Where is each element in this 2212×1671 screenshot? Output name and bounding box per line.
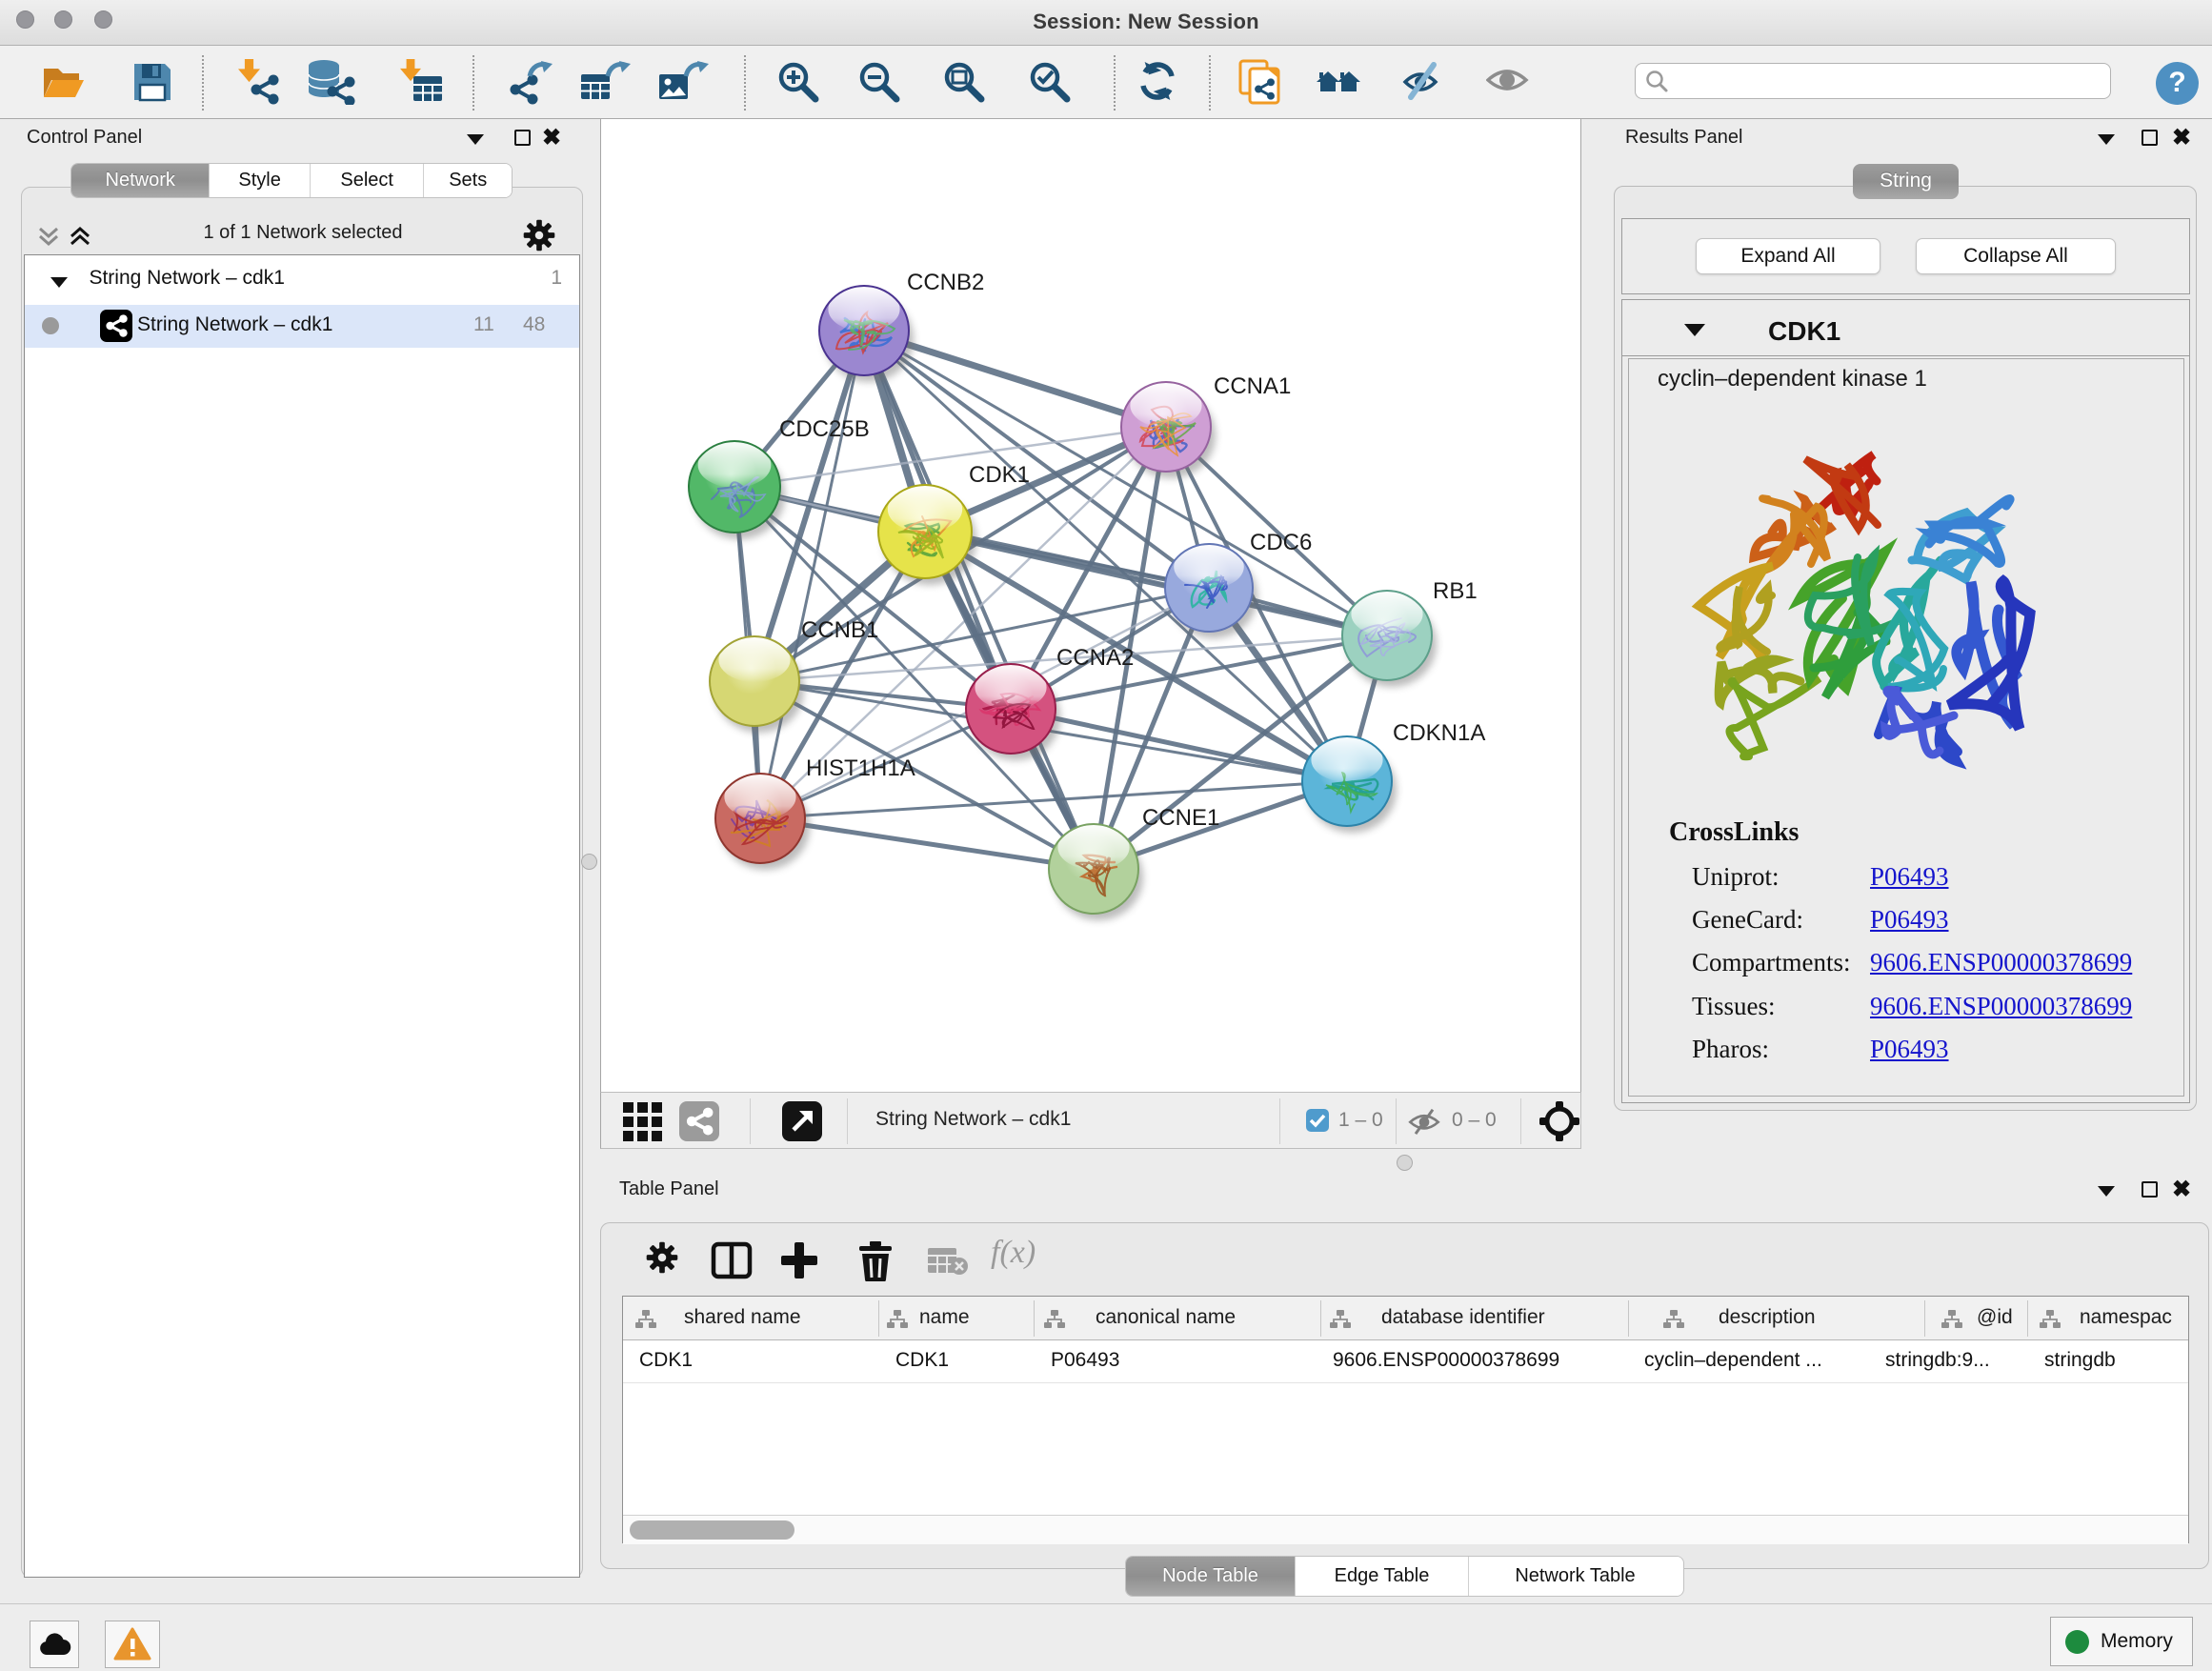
svg-text:CCNB2: CCNB2 [907,270,984,295]
svg-text:CCNA2: CCNA2 [1056,645,1134,671]
svg-text:HIST1H1A: HIST1H1A [806,755,915,781]
svg-text:RB1: RB1 [1433,578,1478,604]
svg-text:CDC6: CDC6 [1250,530,1312,555]
svg-text:CCNA1: CCNA1 [1214,373,1291,399]
svg-text:CCNE1: CCNE1 [1142,805,1219,831]
svg-text:CDC25B: CDC25B [779,416,870,442]
svg-text:CDK1: CDK1 [969,462,1030,488]
svg-text:CDKN1A: CDKN1A [1393,720,1485,746]
svg-text:CCNB1: CCNB1 [801,617,878,643]
